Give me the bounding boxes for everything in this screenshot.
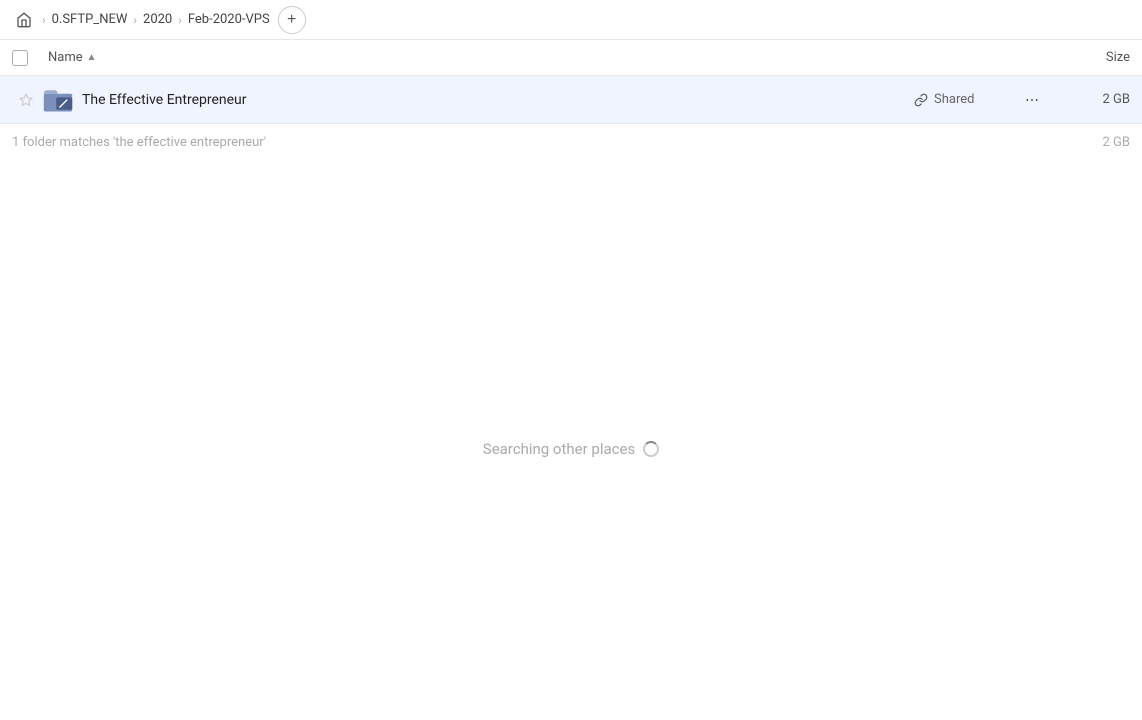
breadcrumb-item-feb[interactable]: Feb-2020-VPS <box>188 12 270 27</box>
separator-1: › <box>42 13 46 27</box>
separator-2: › <box>133 13 137 27</box>
searching-section: Searching other places <box>0 440 1142 458</box>
sort-arrow: ▲ <box>87 52 97 63</box>
shared-status: Shared <box>914 92 1014 107</box>
column-headers: Name ▲ Size <box>0 40 1142 76</box>
file-name: The Effective Entrepreneur <box>76 92 914 108</box>
file-row[interactable]: The Effective Entrepreneur Shared 2 GB <box>0 76 1142 124</box>
star-button[interactable] <box>12 93 40 107</box>
shared-label: Shared <box>934 92 974 107</box>
loading-spinner <box>643 441 659 457</box>
breadcrumb-item-sftp[interactable]: 0.SFTP_NEW <box>52 12 128 27</box>
summary-text: 1 folder matches 'the effective entrepre… <box>12 135 1050 150</box>
size-column-header[interactable]: Size <box>1050 50 1130 65</box>
select-all-checkbox[interactable] <box>12 50 28 66</box>
header-checkbox-area[interactable] <box>12 50 48 66</box>
breadcrumb-bar: › 0.SFTP_NEW › 2020 › Feb-2020-VPS + <box>0 0 1142 40</box>
name-column-header[interactable]: Name ▲ <box>48 50 1050 65</box>
more-options-button[interactable] <box>1014 92 1050 108</box>
summary-row: 1 folder matches 'the effective entrepre… <box>0 124 1142 160</box>
breadcrumb-item-2020[interactable]: 2020 <box>143 12 172 27</box>
summary-size: 2 GB <box>1050 135 1130 150</box>
link-icon <box>914 93 928 107</box>
separator-3: › <box>178 13 182 27</box>
home-button[interactable] <box>12 8 36 32</box>
file-size: 2 GB <box>1050 92 1130 107</box>
add-button[interactable]: + <box>278 6 306 34</box>
folder-icon <box>40 86 76 114</box>
name-label: Name <box>48 50 83 65</box>
searching-text: Searching other places <box>483 440 635 458</box>
